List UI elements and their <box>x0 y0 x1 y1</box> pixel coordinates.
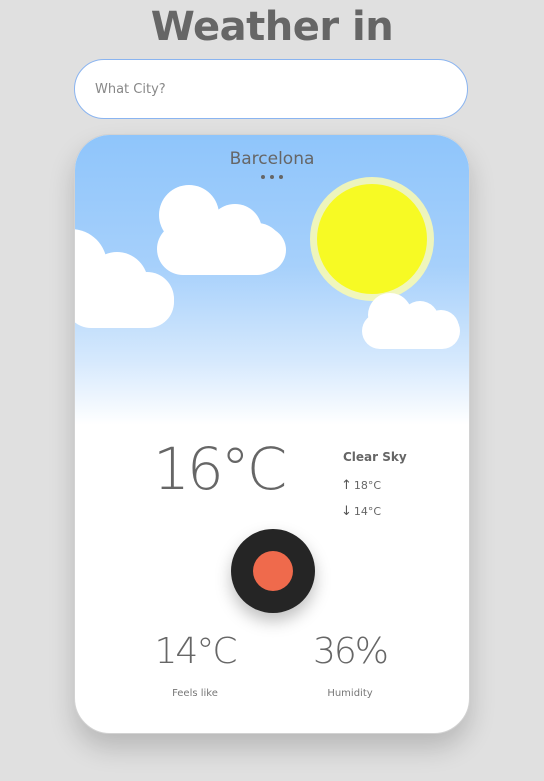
weather-condition: Clear Sky <box>343 450 407 464</box>
more-dots-icon[interactable] <box>261 175 283 179</box>
record-icon <box>253 551 293 591</box>
weather-app: Weather in What City? Barcelona 16°C Cle… <box>0 0 544 781</box>
city-name: Barcelona <box>229 149 315 169</box>
dot <box>279 175 283 179</box>
arrow-down-icon: ↓ <box>341 503 352 519</box>
cloud-icon <box>362 293 460 349</box>
low-temperature: ↓ 14°C <box>341 503 382 519</box>
humidity-value: 36% <box>312 631 389 672</box>
page-title: Weather in <box>150 4 394 50</box>
arrow-up-icon: ↑ <box>341 477 352 493</box>
low-temperature-value: 14°C <box>353 505 382 518</box>
record-button[interactable] <box>231 529 315 613</box>
sun-icon <box>310 177 434 301</box>
city-search-input[interactable] <box>74 59 468 119</box>
dot <box>270 175 274 179</box>
high-temperature: ↑ 18°C <box>341 477 382 493</box>
current-temperature: 16°C <box>153 435 287 503</box>
weather-card: Barcelona 16°C Clear Sky ↑ 18°C ↓ 14°C 1… <box>74 134 470 734</box>
cloud-icon <box>157 185 286 275</box>
dot <box>261 175 265 179</box>
feels-like-value: 14°C <box>154 631 238 672</box>
feels-like-label: Feels like <box>172 688 218 699</box>
humidity-label: Humidity <box>327 688 373 699</box>
high-temperature-value: 18°C <box>353 479 382 492</box>
